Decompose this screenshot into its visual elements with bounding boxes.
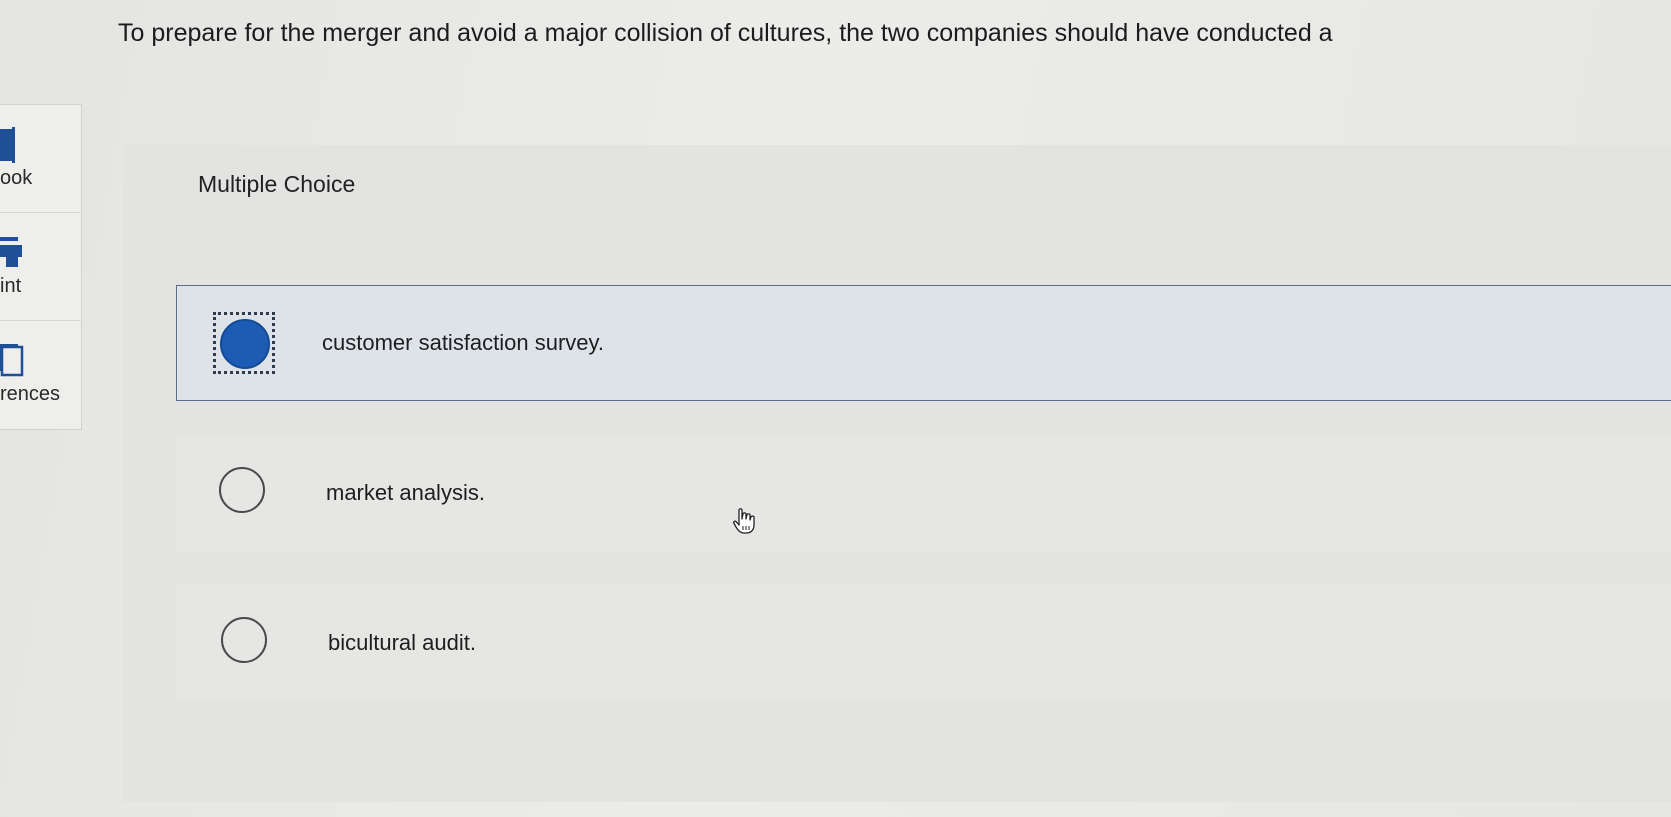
book-icon <box>0 127 16 170</box>
references-icon <box>0 341 26 384</box>
hand-pointer-icon <box>733 508 755 539</box>
radio-button-focus-ring[interactable] <box>213 312 275 374</box>
sidebar-item-label: rences <box>0 383 61 405</box>
answer-option-label: market analysis. <box>326 480 485 505</box>
sidebar-item-ebook[interactable]: ook <box>0 105 82 213</box>
question-type-label: Multiple Choice <box>198 171 356 197</box>
side-toolbar: ook int rences <box>0 104 82 430</box>
answer-option-label: bicultural audit. <box>328 630 476 655</box>
sidebar-item-references[interactable]: rences <box>0 321 82 429</box>
answer-option[interactable]: bicultural audit. <box>176 585 1671 701</box>
radio-unselected-icon[interactable] <box>221 617 267 663</box>
radio-button[interactable] <box>214 462 276 524</box>
radio-button[interactable] <box>216 612 278 674</box>
answer-option[interactable]: market analysis. <box>176 435 1671 551</box>
sidebar-item-label: ook <box>0 167 33 189</box>
sidebar-item-print[interactable]: int <box>0 213 82 321</box>
radio-selected-icon[interactable] <box>220 319 270 369</box>
answer-panel: Multiple Choice customer satisfaction su… <box>123 145 1671 802</box>
answer-option-label: customer satisfaction survey. <box>322 330 605 355</box>
sidebar-item-label: int <box>0 275 22 297</box>
answer-option[interactable]: customer satisfaction survey. <box>176 285 1671 401</box>
question-prompt: To prepare for the merger and avoid a ma… <box>118 19 1333 47</box>
radio-unselected-icon[interactable] <box>219 467 265 513</box>
print-icon <box>0 237 24 276</box>
